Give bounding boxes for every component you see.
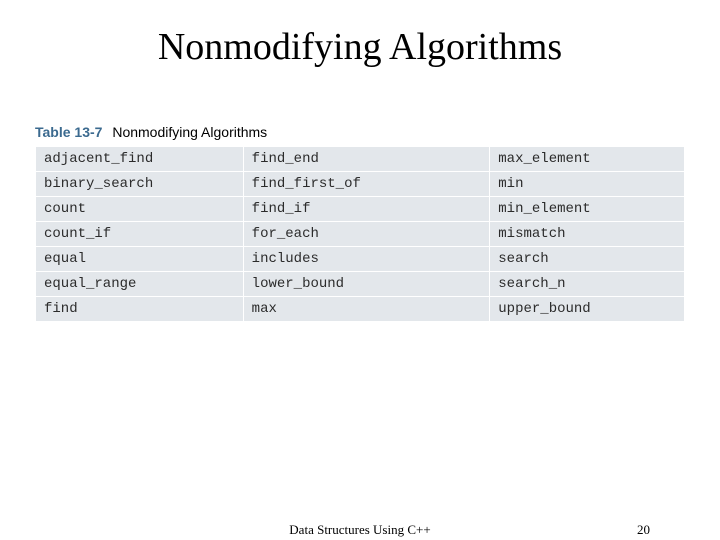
page-title: Nonmodifying Algorithms — [30, 25, 690, 69]
footer-text: Data Structures Using C++ — [289, 522, 430, 538]
table-cell: upper_bound — [490, 297, 685, 322]
table-cell: min — [490, 172, 685, 197]
table-cell: lower_bound — [243, 272, 490, 297]
table-row: equal_range lower_bound search_n — [36, 272, 685, 297]
table-cell: count — [36, 197, 244, 222]
table-cell: min_element — [490, 197, 685, 222]
table-cell: find — [36, 297, 244, 322]
table-row: binary_search find_first_of min — [36, 172, 685, 197]
table-row: find max upper_bound — [36, 297, 685, 322]
table-number: Table 13-7 — [35, 124, 102, 140]
table-row: equal includes search — [36, 247, 685, 272]
table-cell: find_first_of — [243, 172, 490, 197]
table-row: adjacent_find find_end max_element — [36, 147, 685, 172]
table-cell: search_n — [490, 272, 685, 297]
table-wrap: Table 13-7 Nonmodifying Algorithms adjac… — [35, 124, 685, 322]
algorithms-table: adjacent_find find_end max_element binar… — [35, 146, 685, 322]
table-cell: binary_search — [36, 172, 244, 197]
table-caption: Table 13-7 Nonmodifying Algorithms — [35, 124, 685, 140]
table-row: count find_if min_element — [36, 197, 685, 222]
table-cell: adjacent_find — [36, 147, 244, 172]
footer-page-number: 20 — [637, 522, 650, 538]
table-cell: max_element — [490, 147, 685, 172]
table-row: count_if for_each mismatch — [36, 222, 685, 247]
slide: Nonmodifying Algorithms Table 13-7 Nonmo… — [0, 0, 720, 540]
table-label: Nonmodifying Algorithms — [112, 124, 267, 140]
table-cell: equal — [36, 247, 244, 272]
table-cell: find_if — [243, 197, 490, 222]
table-cell: find_end — [243, 147, 490, 172]
table-cell: for_each — [243, 222, 490, 247]
table-cell: mismatch — [490, 222, 685, 247]
table-cell: equal_range — [36, 272, 244, 297]
table-cell: includes — [243, 247, 490, 272]
table-cell: search — [490, 247, 685, 272]
table-cell: max — [243, 297, 490, 322]
table-cell: count_if — [36, 222, 244, 247]
